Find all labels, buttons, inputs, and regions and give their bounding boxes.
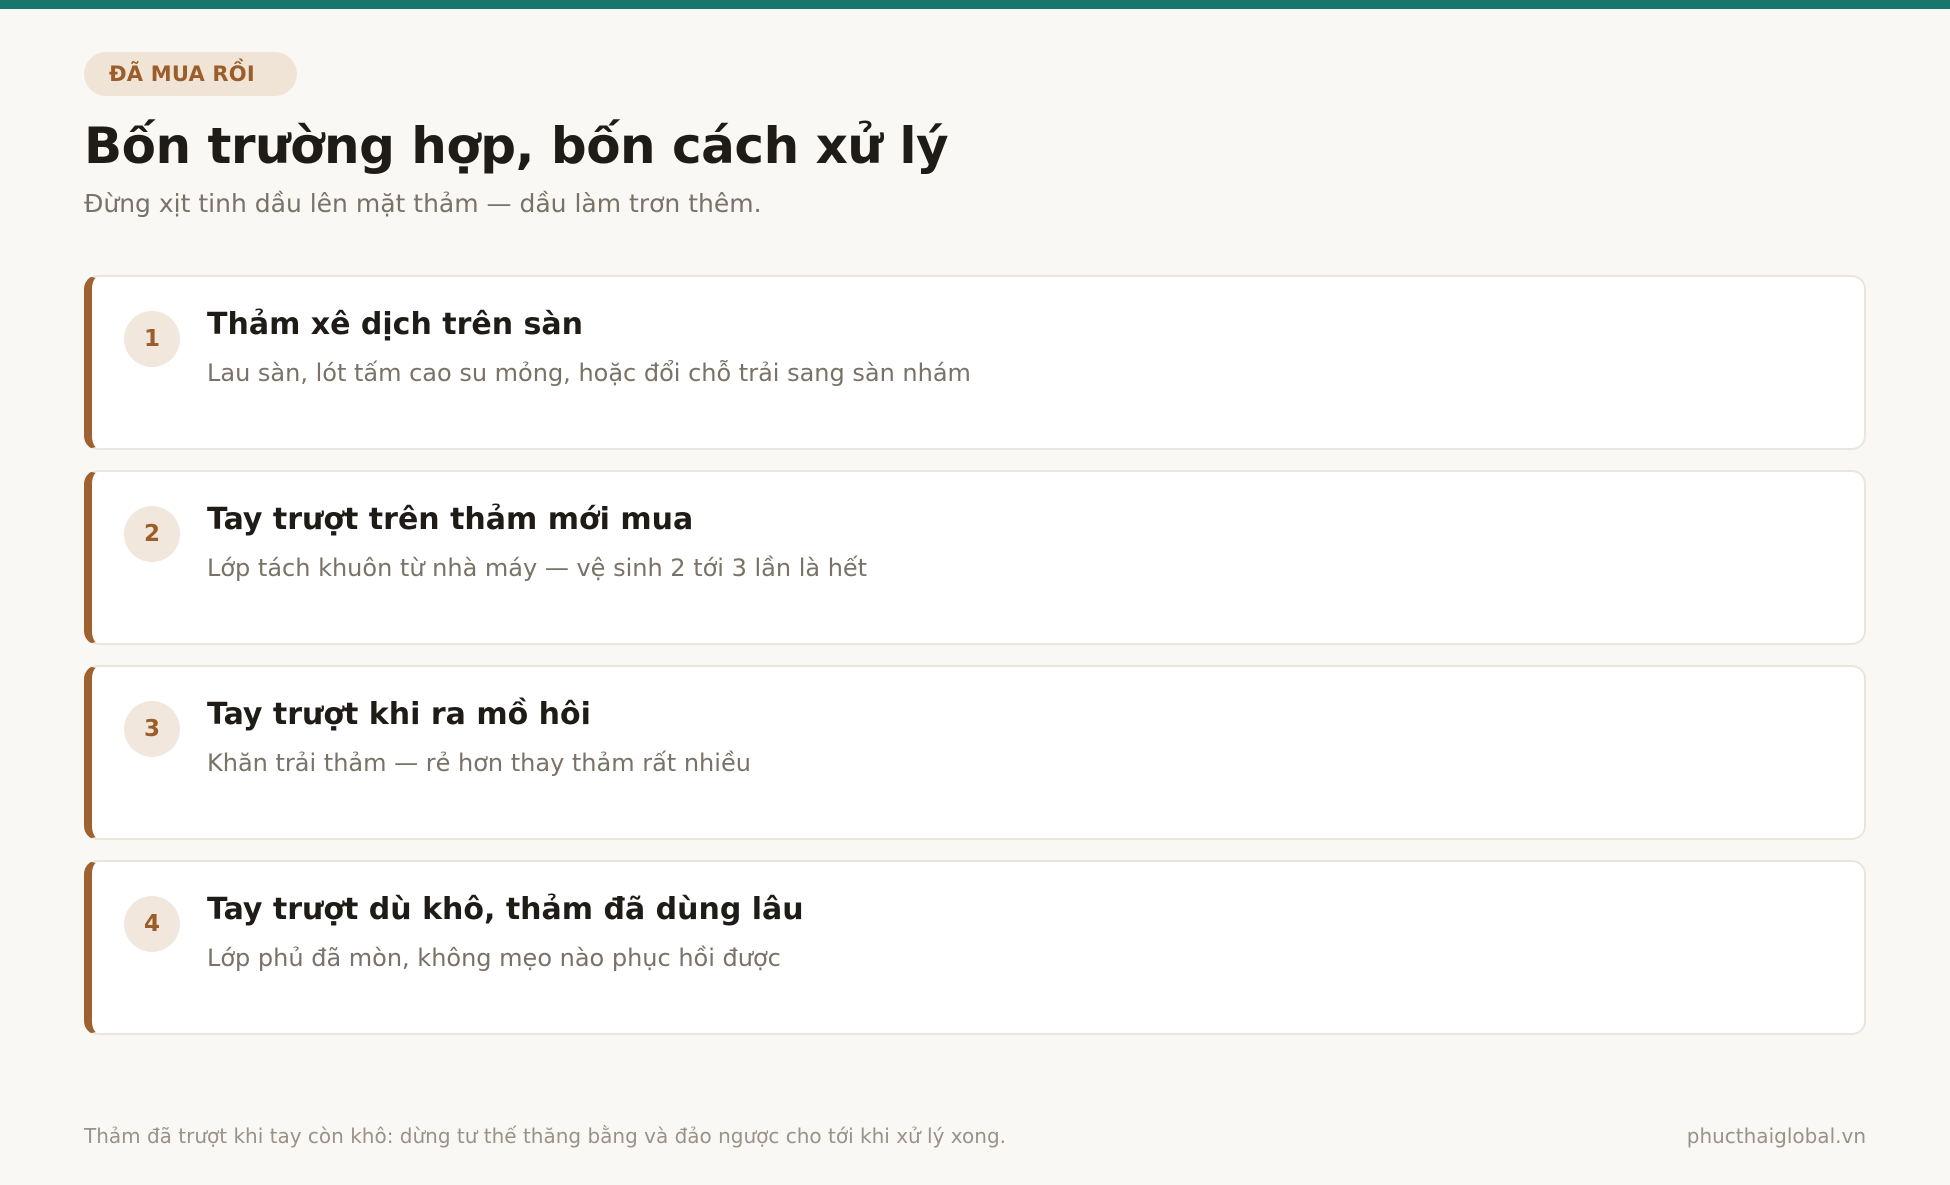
- case-description: Lau sàn, lót tấm cao su mỏng, hoặc đổi c…: [207, 359, 971, 388]
- case-number-badge: 4: [124, 896, 180, 953]
- section-badge: ĐÃ MUA RỒI: [84, 52, 297, 96]
- case-number-badge: 3: [124, 701, 180, 758]
- case-card-1: 1 Thảm xê dịch trên sàn Lau sàn, lót tấm…: [84, 275, 1866, 451]
- page-subtitle: Đừng xịt tinh dầu lên mặt thảm — dầu làm…: [84, 189, 762, 218]
- case-card-4: 4 Tay trượt dù khô, thảm đã dùng lâu Lớp…: [84, 860, 1866, 1036]
- case-list: 1 Thảm xê dịch trên sàn Lau sàn, lót tấm…: [84, 275, 1866, 1036]
- case-card-3: 3 Tay trượt khi ra mồ hôi Khăn trải thảm…: [84, 665, 1866, 841]
- case-number-badge: 2: [124, 506, 180, 563]
- case-description: Lớp tách khuôn từ nhà máy — vệ sinh 2 tớ…: [207, 554, 868, 583]
- case-title: Tay trượt khi ra mồ hôi: [207, 697, 591, 733]
- case-description: Lớp phủ đã mòn, không mẹo nào phục hồi đ…: [207, 944, 781, 973]
- case-description: Khăn trải thảm — rẻ hơn thay thảm rất nh…: [207, 749, 751, 778]
- footer: Thảm đã trượt khi tay còn khô: dừng tư t…: [84, 1124, 1866, 1148]
- case-title: Tay trượt dù khô, thảm đã dùng lâu: [207, 892, 804, 928]
- footer-note: Thảm đã trượt khi tay còn khô: dừng tư t…: [84, 1124, 1006, 1148]
- footer-site-link[interactable]: phucthaiglobal.vn: [1687, 1124, 1866, 1148]
- top-accent-bar: [0, 0, 1950, 9]
- case-title: Tay trượt trên thảm mới mua: [207, 502, 694, 538]
- case-title: Thảm xê dịch trên sàn: [207, 307, 583, 343]
- page-title: Bốn trường hợp, bốn cách xử lý: [84, 117, 949, 175]
- case-card-2: 2 Tay trượt trên thảm mới mua Lớp tách k…: [84, 470, 1866, 646]
- page-content: ĐÃ MUA RỒI Bốn trường hợp, bốn cách xử l…: [84, 52, 1866, 1036]
- case-number-badge: 1: [124, 311, 180, 368]
